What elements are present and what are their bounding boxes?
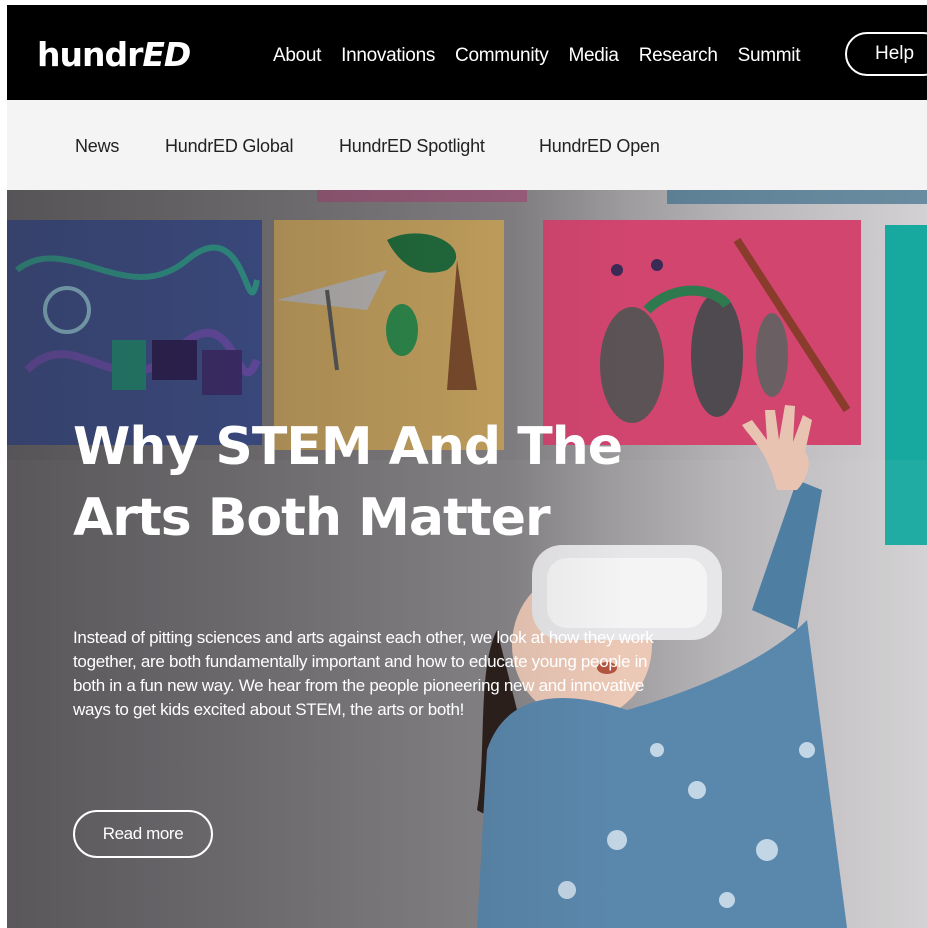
tab-hundred-global[interactable]: HundrED Global: [165, 136, 293, 157]
logo-text-accent: ED: [142, 35, 191, 74]
logo-text-main: hundr: [37, 35, 143, 74]
sub-navigation: News HundrED Global HundrED Spotlight Hu…: [7, 100, 927, 204]
nav-media[interactable]: Media: [568, 45, 619, 67]
main-nav: About Innovations Community Media Resear…: [273, 45, 801, 67]
nav-summit[interactable]: Summit: [738, 45, 801, 67]
nav-community[interactable]: Community: [455, 45, 549, 67]
nav-about[interactable]: About: [273, 45, 321, 67]
hero-description: Instead of pitting sciences and arts aga…: [73, 628, 654, 719]
read-more-button[interactable]: Read more: [73, 810, 213, 858]
help-button[interactable]: Help: [845, 32, 927, 76]
tab-news[interactable]: News: [75, 136, 120, 204]
tab-hundred-open[interactable]: HundrED Open: [539, 136, 660, 157]
page-frame: hundrED About Innovations Community Medi…: [7, 5, 927, 928]
hundred-logo[interactable]: hundrED: [37, 35, 191, 74]
nav-innovations[interactable]: Innovations: [341, 45, 435, 67]
hero-headline: Why STEM And The Arts Both Matter: [73, 412, 673, 554]
help-button-label: Help: [875, 43, 915, 64]
top-navigation: hundrED About Innovations Community Medi…: [7, 5, 927, 100]
nav-research[interactable]: Research: [639, 45, 718, 67]
headline-line-2: Arts Both Matter: [73, 488, 551, 548]
headline-line-1: Why STEM And The: [73, 417, 623, 477]
tab-hundred-spotlight[interactable]: HundrED Spotlight: [339, 136, 485, 157]
read-more-label: Read more: [102, 824, 184, 843]
hero-banner: Why STEM And The Arts Both Matter Instea…: [7, 190, 927, 928]
